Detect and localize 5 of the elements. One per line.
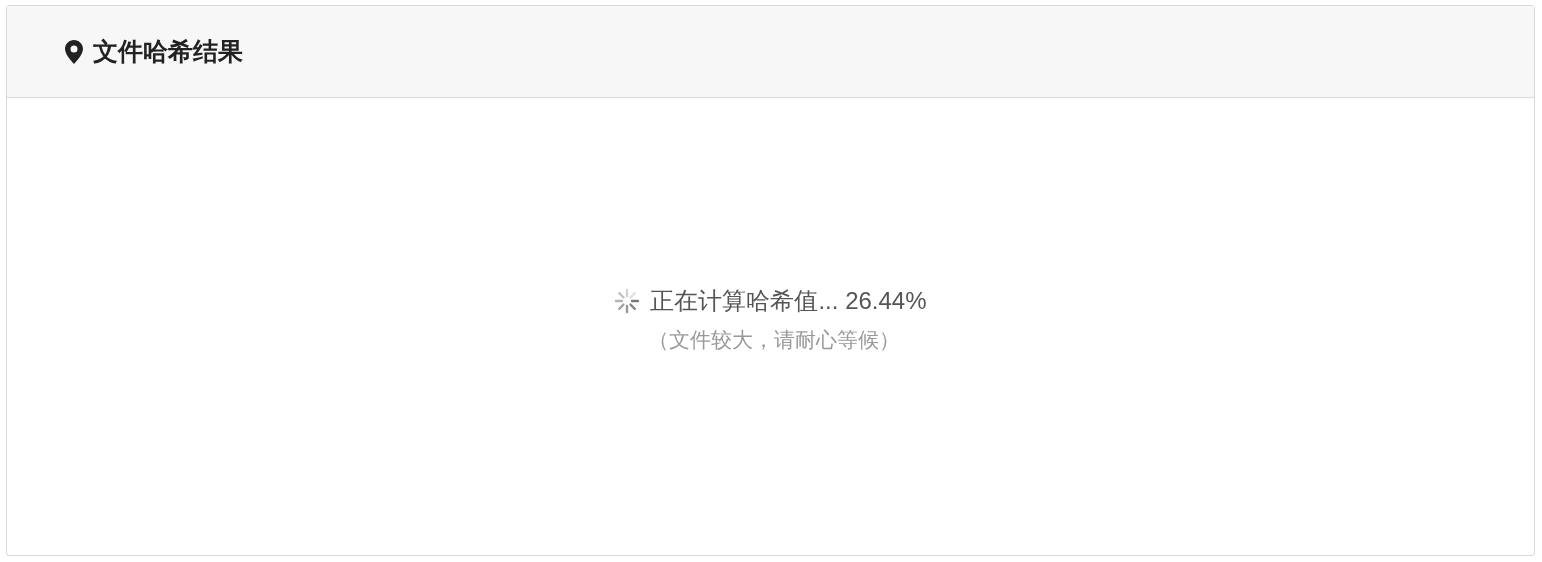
progress-message: 正在计算哈希值... 26.44% [650, 286, 927, 316]
progress-note: （文件较大，请耐心等候） [646, 327, 900, 353]
loading-spinner-icon [614, 288, 641, 314]
card-title: 文件哈希结果 [93, 35, 243, 67]
location-pin-icon [65, 39, 83, 64]
